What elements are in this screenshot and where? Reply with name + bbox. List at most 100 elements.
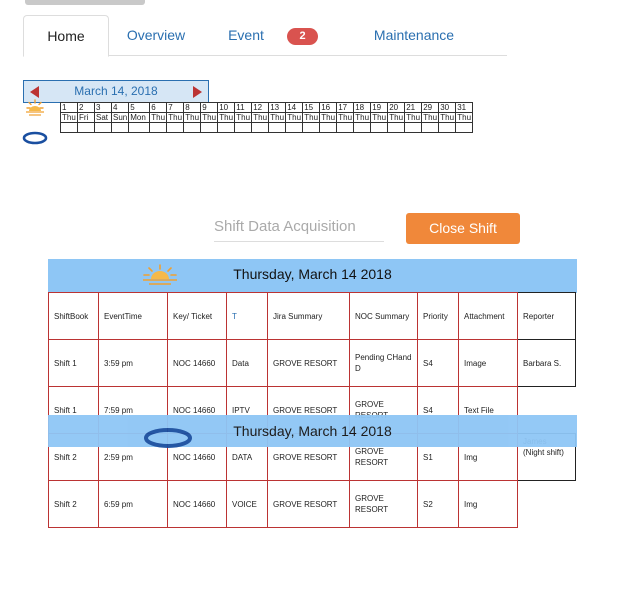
calendar-night-cell[interactable]	[251, 122, 270, 133]
calendar-day-cell[interactable]: 7	[166, 102, 185, 113]
next-date-arrow-icon[interactable]	[193, 86, 202, 98]
calendar-weekday-cell: Thu	[319, 112, 338, 123]
calendar-night-cell[interactable]	[149, 122, 168, 133]
calendar-day-cell[interactable]: 13	[268, 102, 287, 113]
cell-attachment[interactable]: Img	[458, 480, 518, 528]
current-date-label: March 14, 2018	[74, 84, 158, 98]
calendar-night-cell[interactable]	[353, 122, 372, 133]
calendar-night-cell[interactable]	[455, 122, 474, 133]
calendar-day-cell[interactable]: 18	[353, 102, 372, 113]
calendar-day-cell[interactable]: 30	[438, 102, 457, 113]
column-header: Key/ Ticket	[167, 292, 227, 340]
calendar-night-cell[interactable]	[421, 122, 440, 133]
column-header: EventTime	[98, 292, 168, 340]
shift-data-acquisition-field[interactable]: Shift Data Acquisition	[214, 213, 384, 242]
calendar-day-cell[interactable]: 29	[421, 102, 440, 113]
calendar-weekday-cell: Fri	[77, 112, 95, 123]
calendar-day-cell[interactable]: 3	[94, 102, 112, 113]
calendar-night-cell[interactable]	[60, 122, 78, 133]
night-shift-header: Thursday, March 14 2018	[48, 415, 577, 448]
calendar-day-cell[interactable]: 9	[200, 102, 219, 113]
calendar-weekday-cell: Thu	[149, 112, 168, 123]
cell-priority: S2	[417, 480, 459, 528]
night-header-date: Thursday, March 14 2018	[233, 423, 392, 439]
tab-home[interactable]: Home	[23, 15, 109, 57]
calendar-day-cell[interactable]: 2	[77, 102, 95, 113]
tab-maintenance[interactable]: Maintenance	[364, 15, 464, 55]
calendar-night-cell[interactable]	[268, 122, 287, 133]
calendar-night-cell[interactable]	[77, 122, 95, 133]
previous-date-arrow-icon[interactable]	[30, 86, 39, 98]
calendar-day-row: 1 2 3 4 5 6 7 8 9 10 11 12 13 14 15 16 17 18 19 20 21 29 30 31	[60, 102, 474, 113]
calendar-night-cell[interactable]	[200, 122, 219, 133]
calendar-day-cell[interactable]: 14	[285, 102, 304, 113]
cell-ticket[interactable]: NOC 14660	[167, 339, 227, 387]
close-shift-button[interactable]: Close Shift	[406, 213, 520, 244]
calendar-day-cell[interactable]: 20	[387, 102, 406, 113]
calendar-day-cell[interactable]: 16	[319, 102, 338, 113]
cell-jira-summary: GROVE RESORT	[267, 339, 350, 387]
table-header-row: ShiftBook EventTime Key/ Ticket T Jira S…	[48, 292, 576, 340]
cell-shiftbook: Shift 1	[48, 339, 99, 387]
calendar-day-cell[interactable]: 4	[110, 102, 130, 113]
calendar-day-cell[interactable]: 12	[251, 102, 270, 113]
table-row[interactable]: Shift 1 3:59 pm NOC 14660 Data GROVE RES…	[48, 339, 576, 387]
calendar-night-cell[interactable]	[217, 122, 236, 133]
cell-priority: S4	[417, 339, 459, 387]
calendar-weekday-cell: Thu	[302, 112, 321, 123]
calendar-day-cell[interactable]: 5	[128, 102, 151, 113]
cell-type: Data	[226, 339, 268, 387]
calendar-night-cell[interactable]	[166, 122, 185, 133]
column-header: Reporter	[517, 292, 576, 340]
calendar-night-cell[interactable]	[370, 122, 389, 133]
calendar-night-cell[interactable]	[110, 122, 130, 133]
calendar-day-cell[interactable]: 6	[149, 102, 168, 113]
calendar-night-cell[interactable]	[94, 122, 112, 133]
cloud-icon[interactable]	[22, 131, 48, 145]
calendar-day-cell[interactable]: 8	[183, 102, 202, 113]
sun-icon[interactable]	[24, 99, 46, 117]
calendar-day-cell[interactable]: 10	[217, 102, 236, 113]
calendar-night-row	[60, 122, 474, 133]
calendar-day-cell[interactable]: 19	[370, 102, 389, 113]
calendar-weekday-cell: Sat	[94, 112, 112, 123]
calendar-day-cell[interactable]: 1	[60, 102, 78, 113]
calendar-night-cell[interactable]	[285, 122, 304, 133]
calendar-weekday-cell: Thu	[217, 112, 236, 123]
calendar-weekday-cell: Thu	[166, 112, 185, 123]
calendar-night-cell[interactable]	[404, 122, 423, 133]
cell-eventtime: 3:59 pm	[98, 339, 168, 387]
calendar-weekday-cell: Thu	[285, 112, 304, 123]
calendar-night-cell[interactable]	[234, 122, 253, 133]
calendar-weekday-cell: Thu	[336, 112, 355, 123]
cell-eventtime: 6:59 pm	[98, 480, 168, 528]
shift-events-table: ShiftBook EventTime Key/ Ticket T Jira S…	[48, 292, 576, 528]
column-header: T	[226, 292, 268, 340]
cell-ticket[interactable]: NOC 14660	[167, 480, 227, 528]
column-header: Attachment	[458, 292, 518, 340]
table-row[interactable]: Shift 2 6:59 pm NOC 14660 VOICE GROVE RE…	[48, 480, 576, 528]
calendar-weekday-cell: Thu	[234, 112, 253, 123]
calendar-day-cell[interactable]: 15	[302, 102, 321, 113]
calendar-weekday-cell: Thu	[455, 112, 474, 123]
calendar-night-cell[interactable]	[183, 122, 202, 133]
calendar-night-cell[interactable]	[128, 122, 151, 133]
calendar-night-cell[interactable]	[302, 122, 321, 133]
cell-noc-summary: GROVE RESORT	[349, 480, 418, 528]
cell-attachment[interactable]: Image	[458, 339, 518, 387]
calendar-day-cell[interactable]: 17	[336, 102, 355, 113]
column-header: Priority	[417, 292, 459, 340]
top-shadow-bar	[25, 0, 145, 5]
calendar-night-cell[interactable]	[319, 122, 338, 133]
calendar-night-cell[interactable]	[387, 122, 406, 133]
cell-reporter	[518, 481, 576, 528]
calendar-weekday-cell: Thu	[200, 112, 219, 123]
calendar-night-cell[interactable]	[438, 122, 457, 133]
calendar-day-cell[interactable]: 11	[234, 102, 253, 113]
calendar-day-cell[interactable]: 31	[455, 102, 474, 113]
calendar-day-cell[interactable]: 21	[404, 102, 423, 113]
cell-reporter: Barbara S.	[517, 339, 576, 387]
calendar-night-cell[interactable]	[336, 122, 355, 133]
tab-event[interactable]: Event	[218, 15, 274, 55]
tab-overview[interactable]: Overview	[112, 15, 200, 55]
